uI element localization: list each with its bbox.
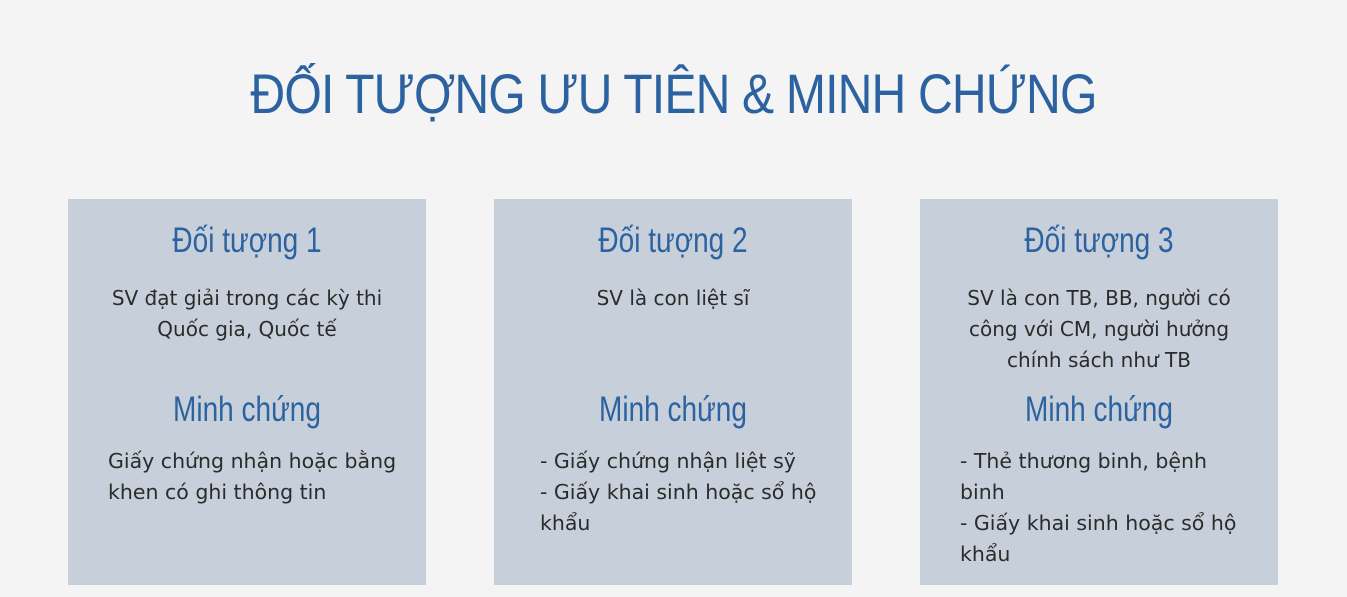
card-description: SV là con TB, BB, người có công với CM, … (967, 286, 1231, 372)
priority-card-3: Đối tượng 3 SV là con TB, BB, người có c… (920, 199, 1278, 585)
card-heading: Đối tượng 2 (598, 221, 748, 260)
card-heading: Đối tượng 1 (172, 221, 322, 260)
evidence-heading: Minh chứng (599, 390, 747, 429)
card-heading: Đối tượng 3 (1024, 221, 1174, 260)
evidence-list: Giấy chứng nhận hoặc bằng khen có ghi th… (108, 446, 398, 508)
evidence-list: - Thẻ thương binh, bệnh binh - Giấy khai… (960, 446, 1250, 570)
card-description: SV là con liệt sĩ (596, 286, 750, 310)
priority-card-2: Đối tượng 2 SV là con liệt sĩ Minh chứng… (494, 199, 852, 585)
evidence-list: - Giấy chứng nhận liệt sỹ - Giấy khai si… (540, 446, 820, 539)
card-description: SV đạt giải trong các kỳ thi Quốc gia, Q… (111, 286, 383, 341)
evidence-item: - Giấy khai sinh hoặc sổ hộ khẩu (960, 511, 1237, 566)
evidence-heading: Minh chứng (173, 390, 321, 429)
evidence-heading: Minh chứng (1025, 390, 1173, 429)
evidence-item: - Giấy chứng nhận liệt sỹ (540, 449, 796, 473)
evidence-item: Giấy chứng nhận hoặc bằng khen có ghi th… (108, 449, 397, 504)
page-title: ĐỐI TƯỢNG ƯU TIÊN & MINH CHỨNG (250, 62, 1097, 125)
evidence-item: - Giấy khai sinh hoặc sổ hộ khẩu (540, 480, 817, 535)
priority-card-1: Đối tượng 1 SV đạt giải trong các kỳ thi… (68, 199, 426, 585)
evidence-item: - Thẻ thương binh, bệnh binh (960, 449, 1207, 504)
